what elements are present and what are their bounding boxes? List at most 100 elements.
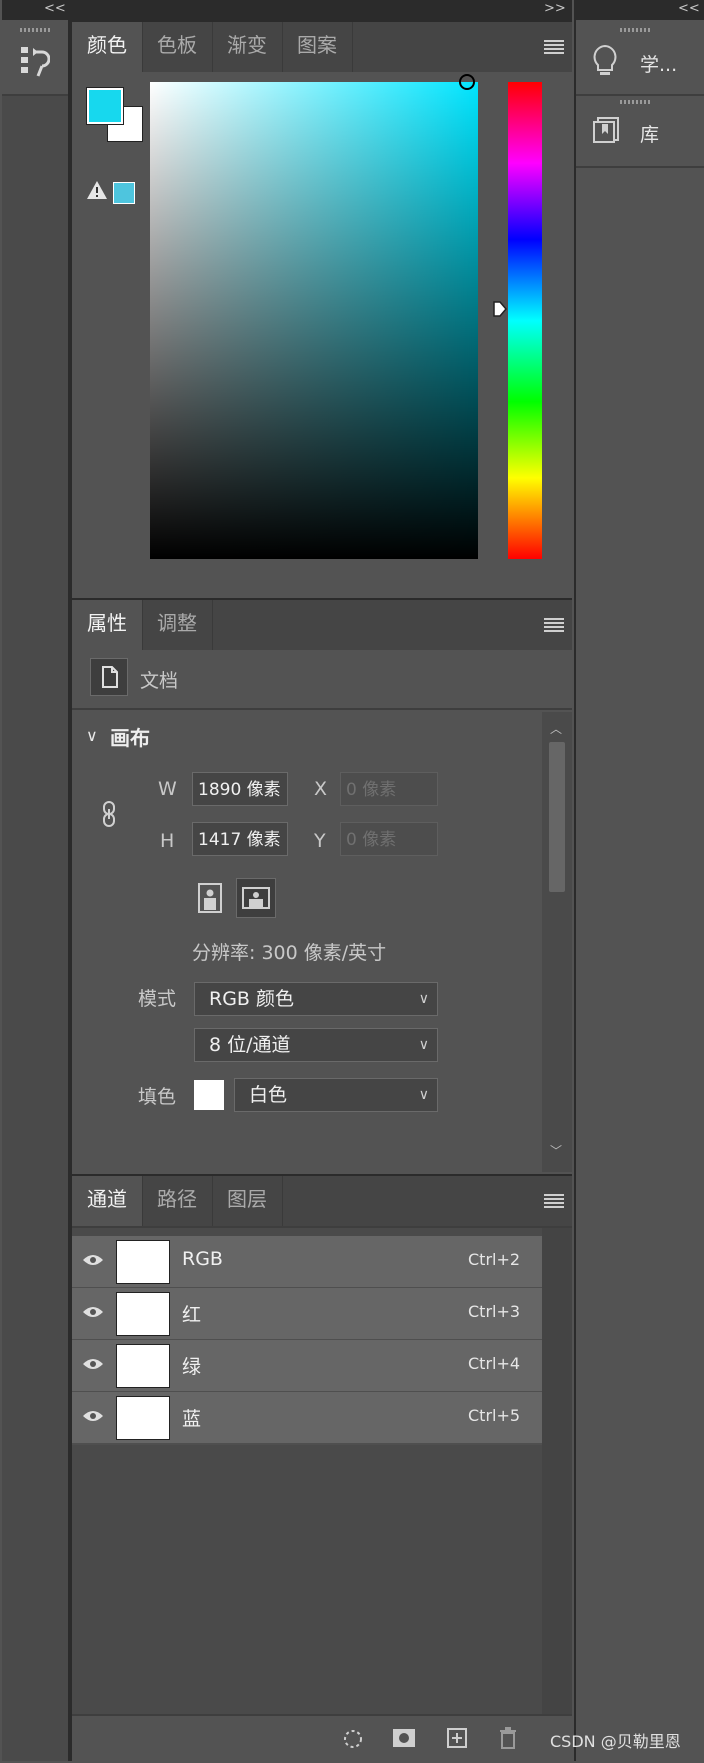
main-dock: >> 颜色 色板 渐变 图案 属性 调整 文档 ︿ ﹀ ∨ 画布 W 1890 … <box>72 0 572 1763</box>
canvas-section-title[interactable]: 画布 <box>110 722 150 751</box>
libraries-button[interactable]: 库 <box>576 96 704 168</box>
tab-gradients[interactable]: 渐变 <box>212 22 283 72</box>
tab-patterns[interactable]: 图案 <box>282 22 353 72</box>
tab-paths[interactable]: 路径 <box>142 1176 213 1226</box>
collapse-right-button[interactable]: << <box>678 1 700 16</box>
web-safe-color-swatch[interactable] <box>113 182 135 204</box>
channel-shortcut: Ctrl+3 <box>468 1302 521 1321</box>
tab-properties[interactable]: 属性 <box>72 600 143 650</box>
channel-name: 蓝 <box>182 1408 202 1430</box>
fill-value: 白色 <box>249 1084 288 1106</box>
fill-select[interactable]: 白色 ∨ <box>234 1078 438 1112</box>
gamut-warning-icon <box>87 181 107 199</box>
drag-grip[interactable] <box>620 100 650 104</box>
watermark-text: CSDN @贝勒里恩 <box>550 1732 681 1751</box>
visibility-eye-icon[interactable] <box>82 1305 104 1319</box>
channels-footer <box>72 1714 572 1763</box>
save-selection-mask-icon[interactable] <box>392 1728 416 1748</box>
channel-thumbnail <box>116 1240 170 1284</box>
x-field[interactable]: 0 像素 <box>340 772 438 806</box>
mode-label: 模式 <box>138 988 177 1010</box>
left-dock-body <box>2 96 68 1761</box>
channel-shortcut: Ctrl+2 <box>468 1250 521 1269</box>
library-icon <box>593 117 619 143</box>
tab-color[interactable]: 颜色 <box>72 22 143 72</box>
channel-name: RGB <box>182 1248 223 1270</box>
main-dock-header: >> <box>72 0 572 20</box>
x-label: X <box>314 778 328 800</box>
trash-icon[interactable] <box>498 1726 518 1750</box>
properties-panel: 属性 调整 文档 ︿ ﹀ ∨ 画布 W 1890 像素 X 0 像素 H 141… <box>72 600 572 1174</box>
width-label: W <box>158 778 177 800</box>
channel-name: 绿 <box>182 1356 202 1378</box>
collapse-left-button[interactable]: << <box>44 1 66 16</box>
portrait-orientation-button[interactable] <box>196 882 224 914</box>
document-type-icon <box>90 658 128 696</box>
tab-layers[interactable]: 图层 <box>212 1176 283 1226</box>
foreground-color-swatch[interactable] <box>86 87 124 125</box>
lightbulb-icon <box>593 44 617 75</box>
height-field[interactable]: 1417 像素 <box>192 822 288 856</box>
tab-swatches[interactable]: 色板 <box>142 22 213 72</box>
height-label: H <box>160 830 175 852</box>
divider <box>72 1226 572 1228</box>
document-label: 文档 <box>140 670 179 692</box>
color-panel-tabs: 颜色 色板 渐变 图案 <box>72 22 572 72</box>
color-panel: 颜色 色板 渐变 图案 <box>72 22 572 598</box>
chevron-down-icon: ∨ <box>418 991 429 1007</box>
channel-thumbnail <box>116 1344 170 1388</box>
left-dock: << <box>0 0 70 1761</box>
scrollbar-thumb[interactable] <box>549 742 565 892</box>
mode-select[interactable]: RGB 颜色 ∨ <box>194 982 438 1016</box>
channel-row-red[interactable]: 红 Ctrl+3 <box>72 1288 542 1341</box>
portrait-icon <box>198 883 222 913</box>
channel-shortcut: Ctrl+5 <box>468 1406 521 1425</box>
landscape-orientation-button[interactable] <box>236 878 276 918</box>
bit-depth-select[interactable]: 8 位/通道 ∨ <box>194 1028 438 1062</box>
tab-channels[interactable]: 通道 <box>72 1176 143 1226</box>
channels-scrollbar[interactable] <box>542 1228 572 1714</box>
hue-slider[interactable] <box>508 82 542 559</box>
visibility-eye-icon[interactable] <box>82 1357 104 1371</box>
channel-row-rgb[interactable]: RGB Ctrl+2 <box>72 1236 542 1289</box>
y-field[interactable]: 0 像素 <box>340 822 438 856</box>
history-icon <box>21 47 50 77</box>
channels-panel-tabs: 通道 路径 图层 <box>72 1176 572 1226</box>
learn-button[interactable]: 学... <box>576 20 704 96</box>
scroll-up-icon[interactable]: ︿ <box>550 720 562 737</box>
drag-grip[interactable] <box>20 28 50 32</box>
resolution-text: 分辨率: 300 像素/英寸 <box>192 942 387 964</box>
visibility-eye-icon[interactable] <box>82 1253 104 1267</box>
hue-slider-handle[interactable] <box>492 300 508 318</box>
bit-depth-value: 8 位/通道 <box>209 1034 291 1056</box>
link-icon[interactable] <box>100 800 118 828</box>
channel-name: 红 <box>182 1304 202 1326</box>
color-field[interactable] <box>150 74 478 559</box>
channel-thumbnail <box>116 1396 170 1440</box>
channel-row-blue[interactable]: 蓝 Ctrl+5 <box>72 1392 542 1445</box>
channel-row-green[interactable]: 绿 Ctrl+4 <box>72 1340 542 1393</box>
chevron-down-icon[interactable]: ∨ <box>86 726 98 745</box>
panel-menu-icon[interactable] <box>544 1194 564 1208</box>
scroll-down-icon[interactable]: ﹀ <box>550 1142 562 1159</box>
color-picker-cursor[interactable] <box>459 74 475 90</box>
drag-grip[interactable] <box>620 28 650 32</box>
tab-adjustments[interactable]: 调整 <box>142 600 213 650</box>
fill-label: 填色 <box>138 1086 177 1108</box>
right-dock-header: << <box>576 0 704 20</box>
panel-menu-icon[interactable] <box>544 618 564 632</box>
left-dock-header: << <box>2 0 68 20</box>
divider <box>72 708 572 710</box>
right-dock-body <box>576 168 704 1761</box>
width-field[interactable]: 1890 像素 <box>192 772 288 806</box>
new-channel-icon[interactable] <box>446 1727 468 1749</box>
panel-menu-icon[interactable] <box>544 40 564 54</box>
history-button[interactable] <box>2 20 68 96</box>
channel-shortcut: Ctrl+4 <box>468 1354 521 1373</box>
fill-color-swatch[interactable] <box>194 1080 224 1110</box>
expand-button[interactable]: >> <box>544 1 566 16</box>
visibility-eye-icon[interactable] <box>82 1409 104 1423</box>
load-selection-icon[interactable] <box>342 1728 364 1750</box>
properties-panel-tabs: 属性 调整 <box>72 600 572 650</box>
properties-scrollbar[interactable]: ︿ ﹀ <box>542 712 572 1172</box>
